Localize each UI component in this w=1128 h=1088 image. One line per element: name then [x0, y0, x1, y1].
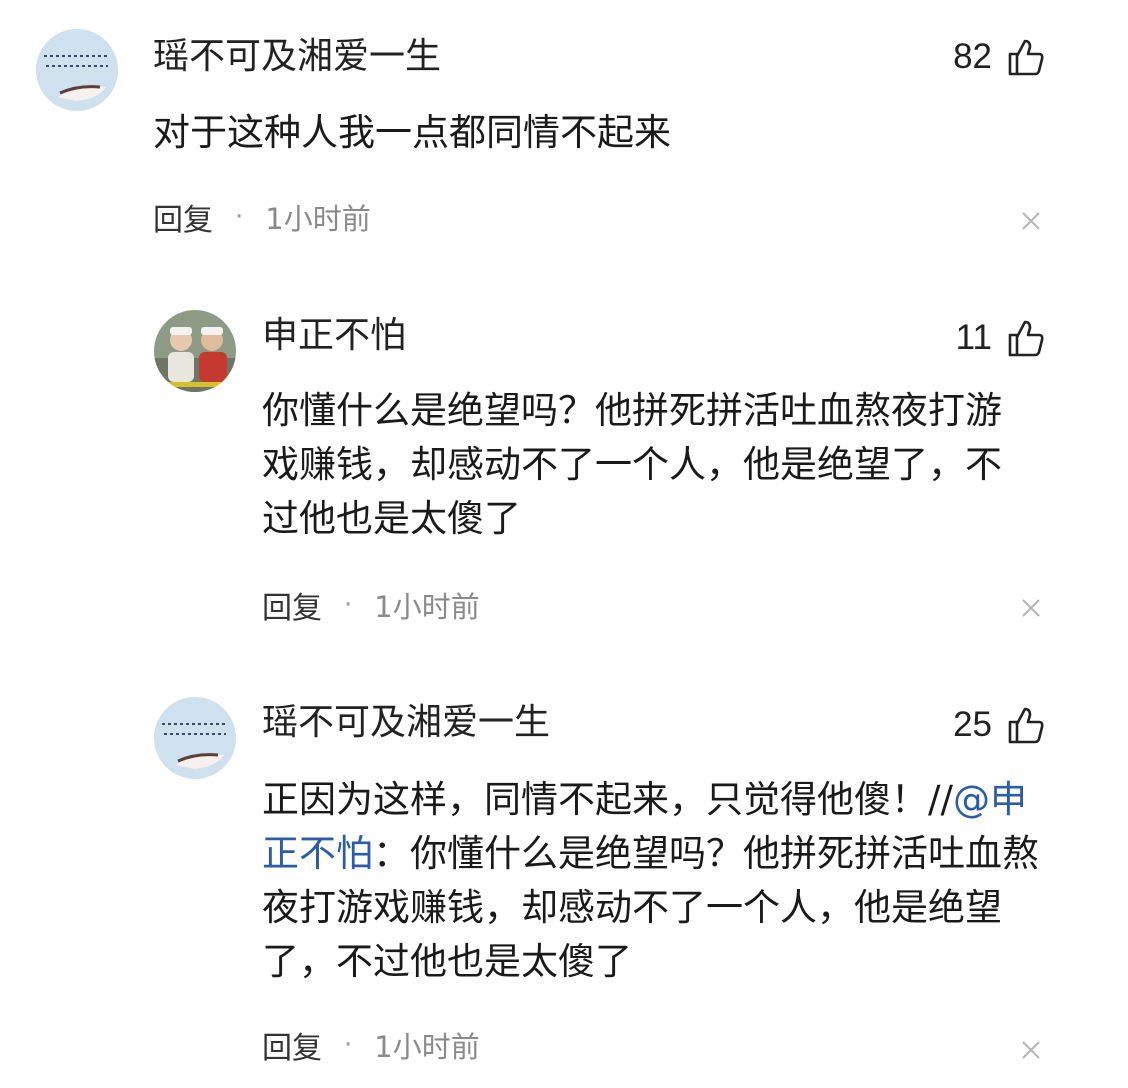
- username[interactable]: 瑶不可及湘爱一生: [262, 701, 550, 745]
- like-button[interactable]: 82: [953, 35, 1046, 79]
- timestamp: 1小时前: [265, 202, 371, 236]
- close-icon[interactable]: [1020, 597, 1042, 619]
- comment-meta: 回复 · 1小时前: [153, 195, 371, 239]
- like-button[interactable]: 11: [956, 316, 1046, 360]
- timestamp: 1小时前: [374, 590, 480, 624]
- reply-button[interactable]: 回复: [262, 583, 322, 627]
- avatar[interactable]: [36, 29, 118, 111]
- reply-button[interactable]: 回复: [153, 195, 213, 239]
- like-count: 11: [955, 318, 992, 357]
- avatar-calligraphy-icon: [36, 29, 118, 111]
- close-icon[interactable]: [1020, 210, 1042, 232]
- username[interactable]: 申正不怕: [262, 314, 406, 358]
- comment-text: 你懂什么是绝望吗？他拼死拼活吐血熬夜打游戏赚钱，却感动不了一个人，他是绝望了，不…: [262, 389, 1002, 540]
- timestamp: 1小时前: [374, 1030, 480, 1064]
- avatar[interactable]: [154, 310, 236, 392]
- like-count: 82: [953, 37, 992, 76]
- thumbs-up-icon[interactable]: [1006, 318, 1046, 358]
- separator: ·: [235, 202, 244, 232]
- close-icon[interactable]: [1020, 1039, 1042, 1061]
- thumbs-up-icon[interactable]: [1006, 705, 1046, 745]
- comment-meta: 回复 · 1小时前: [262, 583, 480, 627]
- separator: ·: [344, 1030, 353, 1060]
- comment-meta: 回复 · 1小时前: [262, 1023, 480, 1067]
- like-count: 25: [953, 705, 992, 744]
- avatar-photo-icon: [154, 310, 236, 392]
- comment-text-after: ：你懂什么是绝望吗？他拼死拼活吐血熬夜打游戏赚钱，却感动不了一个人，他是绝望了，…: [262, 832, 1039, 983]
- avatar-calligraphy-icon: [154, 697, 236, 779]
- thumbs-up-icon[interactable]: [1006, 37, 1046, 77]
- comment-text-before: 正因为这样，同情不起来，只觉得他傻！//: [262, 778, 953, 821]
- username[interactable]: 瑶不可及湘爱一生: [153, 35, 441, 79]
- like-button[interactable]: 25: [953, 703, 1046, 747]
- reply-button[interactable]: 回复: [262, 1023, 322, 1067]
- separator: ·: [344, 590, 353, 620]
- comment-text: 对于这种人我一点都同情不起来: [153, 111, 671, 154]
- avatar[interactable]: [154, 697, 236, 779]
- comment-text: 正因为这样，同情不起来，只觉得他傻！//@申正不怕：你懂什么是绝望吗？他拼死拼活…: [262, 773, 1052, 989]
